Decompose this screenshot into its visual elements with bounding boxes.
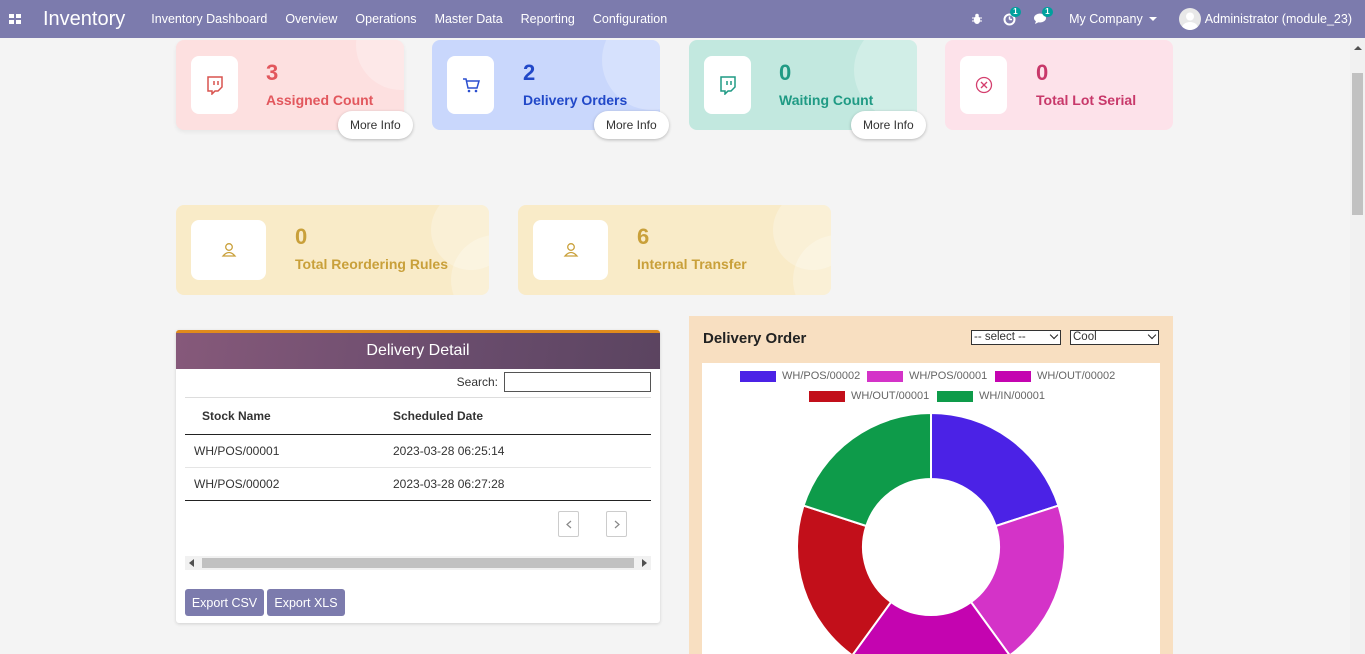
chevron-down-icon — [1148, 17, 1157, 21]
scroll-right-arrow-icon[interactable] — [642, 559, 647, 567]
pager-next-button[interactable] — [606, 511, 627, 537]
search-input[interactable] — [504, 372, 651, 392]
waiting-more-info-button[interactable]: More Info — [851, 111, 926, 139]
page-scrollbar-thumb[interactable] — [1352, 73, 1363, 215]
donut-slice-wh-pos-00002[interactable] — [930, 411, 1060, 528]
export-csv-button[interactable]: Export CSV — [185, 589, 264, 616]
user-icon — [563, 243, 578, 257]
circle-x-icon — [975, 76, 992, 94]
card-icon-box — [960, 56, 1007, 114]
card-icon-box — [704, 56, 751, 114]
donut-slice-wh-in-00001[interactable] — [802, 411, 932, 528]
internal-transfer-value: 6 — [637, 224, 650, 249]
delivery-table: Stock Name Scheduled Date WH/POS/00001 2… — [185, 397, 651, 501]
horizontal-scrollbar[interactable] — [185, 556, 651, 570]
page-scrollbar[interactable] — [1350, 38, 1365, 654]
internal-transfer-label: Internal Transfer — [637, 256, 747, 272]
chevron-down-icon — [1049, 330, 1059, 340]
menu-master-data[interactable]: Master Data — [435, 12, 503, 26]
card-total-lot-serial[interactable]: 0 Total Lot Serial — [945, 40, 1173, 130]
search-row: Search: — [457, 372, 651, 392]
assigned-count-label: Assigned Count — [266, 92, 374, 108]
avatar — [1178, 8, 1201, 30]
delivery-detail-panel: Delivery Detail Search: Stock Name Sched… — [176, 330, 660, 623]
messages-chat-icon[interactable]: 1 — [1031, 7, 1053, 29]
twitch-icon — [719, 76, 736, 95]
assigned-more-info-button[interactable]: More Info — [338, 111, 413, 139]
cell-scheduled-date: 2023-03-28 06:27:28 — [393, 477, 505, 491]
app-title[interactable]: Inventory — [43, 8, 125, 31]
column-scheduled-date[interactable]: Scheduled Date — [393, 409, 651, 423]
waiting-count-label: Waiting Count — [779, 92, 874, 108]
total-lot-serial-value: 0 — [1036, 60, 1049, 85]
card-icon-box — [191, 56, 238, 114]
apps-menu-icon[interactable] — [0, 0, 30, 38]
card-icon-box — [191, 220, 266, 280]
donut-chart — [796, 411, 1066, 654]
theme-select[interactable]: Cool — [1070, 330, 1159, 345]
filter-select-value: -- select -- — [974, 331, 1026, 343]
assigned-count-value: 3 — [266, 60, 279, 85]
activity-clock-icon[interactable]: 1 — [999, 7, 1021, 29]
cell-stock-name: WH/POS/00002 — [194, 477, 280, 491]
table-header: Stock Name Scheduled Date — [185, 397, 651, 435]
chevron-right-icon — [614, 520, 620, 528]
company-name: My Company — [1069, 12, 1143, 26]
export-xls-button[interactable]: Export XLS — [267, 589, 345, 616]
delivery-orders-value: 2 — [523, 60, 536, 85]
delivery-more-info-button[interactable]: More Info — [594, 111, 669, 139]
cart-icon — [462, 78, 480, 93]
scroll-up-arrow-icon[interactable] — [1354, 46, 1362, 50]
card-icon-box — [447, 56, 494, 114]
card-total-reordering-rules[interactable]: 0 Total Reordering Rules — [176, 205, 489, 295]
twitch-icon — [206, 76, 223, 95]
total-reordering-rules-label: Total Reordering Rules — [295, 256, 448, 272]
top-navbar: Inventory Inventory Dashboard Overview O… — [0, 0, 1365, 38]
pager-previous-button[interactable] — [558, 511, 579, 537]
company-switcher[interactable]: My Company — [1069, 12, 1157, 26]
table-row[interactable]: WH/POS/00001 2023-03-28 06:25:14 — [185, 435, 651, 468]
user-icon — [221, 243, 236, 257]
messages-badge: 1 — [1042, 7, 1053, 17]
menu-reporting[interactable]: Reporting — [521, 12, 575, 26]
cell-scheduled-date: 2023-03-28 06:25:14 — [393, 444, 505, 458]
user-name: Administrator (module_23) — [1204, 12, 1352, 26]
delivery-detail-title: Delivery Detail — [176, 333, 660, 369]
table-row[interactable]: WH/POS/00002 2023-03-28 06:27:28 — [185, 468, 651, 501]
filter-select[interactable]: -- select -- — [971, 330, 1061, 345]
card-internal-transfer[interactable]: 6 Internal Transfer — [518, 205, 831, 295]
total-reordering-rules-value: 0 — [295, 224, 308, 249]
search-label: Search: — [456, 375, 498, 389]
scrollbar-thumb[interactable] — [202, 558, 634, 568]
menu-operations[interactable]: Operations — [355, 12, 416, 26]
delivery-orders-label: Delivery Orders — [523, 92, 628, 108]
card-icon-box — [533, 220, 608, 280]
delivery-order-title: Delivery Order — [703, 330, 807, 347]
menu-overview[interactable]: Overview — [285, 12, 337, 26]
delivery-order-chart: WH/POS/00002 WH/POS/00001 WH/OUT/00002 W… — [702, 363, 1160, 654]
menu-inventory-dashboard[interactable]: Inventory Dashboard — [151, 12, 267, 26]
cell-stock-name: WH/POS/00001 — [194, 444, 280, 458]
total-lot-serial-label: Total Lot Serial — [1036, 92, 1137, 108]
menu-configuration[interactable]: Configuration — [593, 12, 667, 26]
waiting-count-value: 0 — [779, 60, 792, 85]
theme-select-value: Cool — [1073, 331, 1097, 343]
debug-bug-icon[interactable] — [967, 9, 987, 29]
user-menu[interactable]: Administrator (module_23) — [1178, 8, 1352, 30]
chevron-left-icon — [565, 520, 571, 528]
chevron-down-icon — [1147, 330, 1157, 340]
scroll-left-arrow-icon[interactable] — [189, 559, 194, 567]
column-stock-name[interactable]: Stock Name — [185, 409, 393, 423]
activity-badge: 1 — [1010, 7, 1021, 17]
delivery-order-panel: Delivery Order -- select -- Cool WH/POS/… — [689, 316, 1173, 654]
